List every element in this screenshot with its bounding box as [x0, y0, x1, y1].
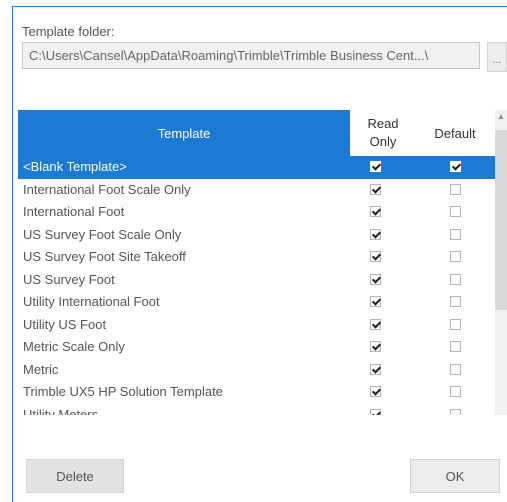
template-name: Utility International Foot [23, 294, 160, 309]
read-only-checkbox[interactable] [370, 228, 381, 240]
template-name: US Survey Foot Site Takeoff [23, 249, 186, 264]
default-checkbox[interactable] [450, 273, 461, 285]
template-grid: Template Read Only Default ▲ <Blank Templ… [15, 110, 507, 415]
read-only-checkbox[interactable] [370, 363, 381, 375]
column-header-template[interactable]: Template [18, 110, 350, 156]
column-header-read-only[interactable]: Read Only [350, 110, 416, 156]
table-row[interactable]: US Survey Foot Scale Only [18, 224, 495, 247]
chevron-up-icon[interactable]: ▲ [495, 112, 507, 121]
default-checkbox[interactable] [450, 341, 461, 352]
table-row[interactable]: Trimble UX5 HP Solution Template [18, 381, 495, 404]
table-row[interactable]: US Survey Foot Site Takeoff [18, 246, 495, 269]
ok-button[interactable]: OK [410, 459, 500, 493]
table-row[interactable]: International Foot [18, 201, 495, 224]
default-checkbox[interactable] [450, 318, 461, 330]
default-checkbox[interactable] [450, 183, 461, 195]
default-checkbox[interactable] [450, 206, 461, 217]
read-only-checkbox[interactable] [370, 296, 381, 307]
template-folder-label: Template folder: [22, 24, 115, 39]
default-checkbox[interactable] [450, 161, 461, 172]
table-row[interactable]: Utility International Foot [18, 291, 495, 314]
template-name: Trimble UX5 HP Solution Template [23, 384, 223, 399]
default-checkbox[interactable] [450, 228, 461, 240]
table-row[interactable]: Metric Scale Only [18, 336, 495, 359]
template-name: International Foot [23, 204, 125, 219]
read-only-checkbox[interactable] [370, 161, 381, 172]
column-header-read-only-label: Read Only [367, 116, 399, 149]
template-name: Metric [23, 361, 59, 377]
read-only-checkbox[interactable] [370, 318, 381, 330]
template-rows: <Blank Template> International Foot Scale… [18, 156, 495, 415]
template-name: International Foot Scale Only [23, 181, 191, 197]
window-frame-left [12, 6, 13, 502]
read-only-checkbox[interactable] [370, 251, 381, 262]
default-checkbox[interactable] [450, 296, 461, 307]
read-only-checkbox[interactable] [370, 386, 381, 397]
template-folder-input[interactable]: C:\Users\Cansel\AppData\Roaming\Trimble\… [22, 42, 480, 69]
template-name: Utility US Foot [23, 316, 107, 332]
table-row[interactable]: Metric [18, 359, 495, 382]
read-only-checkbox[interactable] [370, 183, 381, 195]
default-checkbox[interactable] [450, 363, 461, 375]
scrollbar-thumb[interactable] [495, 130, 507, 310]
read-only-checkbox[interactable] [370, 273, 381, 285]
read-only-checkbox[interactable] [370, 341, 381, 352]
default-checkbox[interactable] [450, 251, 461, 262]
template-name: US Survey Foot [23, 271, 115, 287]
default-checkbox[interactable] [450, 408, 461, 415]
read-only-checkbox[interactable] [370, 408, 381, 415]
template-name: US Survey Foot Scale Only [23, 226, 182, 242]
template-name: <Blank Template> [23, 159, 127, 174]
delete-button[interactable]: Delete [26, 459, 124, 493]
default-checkbox[interactable] [450, 386, 461, 397]
template-name: Metric Scale Only [23, 339, 125, 354]
column-header-default[interactable]: Default [416, 110, 494, 156]
table-row[interactable]: US Survey Foot [18, 269, 495, 292]
vertical-scrollbar[interactable]: ▲ [495, 110, 507, 415]
browse-folder-button[interactable]: ... [487, 42, 507, 72]
read-only-checkbox[interactable] [370, 206, 381, 217]
table-row[interactable]: <Blank Template> [18, 156, 495, 179]
table-row[interactable]: Utility US Foot [18, 314, 495, 337]
window-frame-top [12, 6, 507, 7]
template-name: Utility Meters [23, 406, 99, 416]
table-row[interactable]: International Foot Scale Only [18, 179, 495, 202]
table-row[interactable]: Utility Meters [18, 404, 495, 416]
